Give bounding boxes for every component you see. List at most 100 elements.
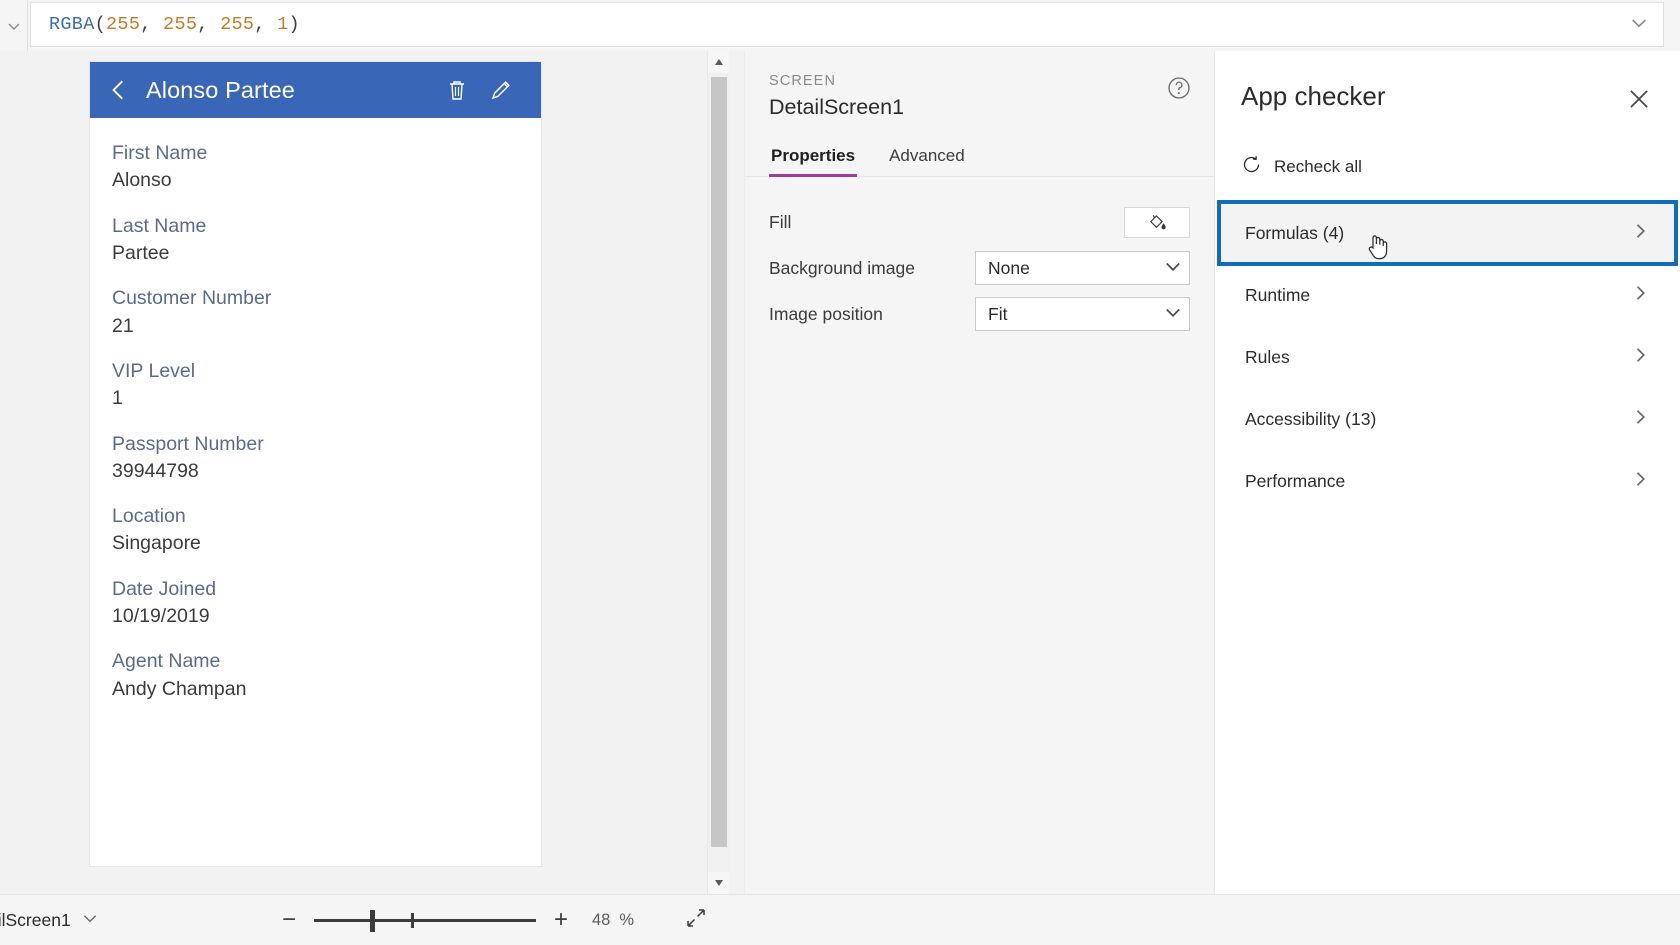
help-button[interactable] bbox=[1166, 75, 1192, 101]
image-position-dropdown[interactable]: Fit bbox=[975, 297, 1190, 331]
app-checker-list: Formulas (4) Runtime Rules Accessibility… bbox=[1215, 200, 1680, 512]
field-label: VIP Level bbox=[112, 359, 196, 382]
chevron-right-icon bbox=[1630, 469, 1650, 494]
property-row-image-position: Image position Fit bbox=[769, 291, 1190, 337]
pencil-icon bbox=[491, 81, 510, 100]
zoom-slider-track bbox=[314, 919, 536, 922]
field-label: Passport Number bbox=[112, 432, 264, 455]
selected-control-name: DetailScreen1 bbox=[769, 95, 905, 119]
zoom-in-button[interactable]: + bbox=[544, 908, 578, 932]
formula-bar: RGBA(255, 255, 255, 1) bbox=[0, 0, 1680, 51]
canvas-area: Alonso Partee First Name Alonso Last Nam… bbox=[0, 51, 729, 894]
canvas-vertical-scrollbar[interactable] bbox=[707, 51, 729, 894]
app-checker-item-performance[interactable]: Performance bbox=[1219, 450, 1676, 512]
scroll-down-button[interactable] bbox=[708, 872, 729, 894]
chevron-down-icon bbox=[1163, 302, 1183, 327]
app-checker-item-formulas[interactable]: Formulas (4) bbox=[1217, 200, 1678, 266]
edit-button[interactable] bbox=[479, 78, 523, 102]
app-checker-item-accessibility[interactable]: Accessibility (13) bbox=[1219, 388, 1676, 450]
field-value: 10/19/2019 bbox=[112, 605, 210, 628]
background-image-value: None bbox=[988, 257, 1030, 278]
close-panel-button[interactable] bbox=[1624, 84, 1654, 114]
background-image-dropdown[interactable]: None bbox=[975, 251, 1190, 285]
back-button[interactable] bbox=[106, 77, 138, 103]
formula-expand-button[interactable] bbox=[1629, 12, 1649, 37]
formula-input[interactable]: RGBA(255, 255, 255, 1) bbox=[30, 2, 1664, 47]
delete-button[interactable] bbox=[435, 78, 479, 102]
field-label: Agent Name bbox=[112, 650, 221, 673]
zoom-out-button[interactable]: − bbox=[272, 908, 306, 932]
field-value: Andy Champan bbox=[112, 677, 247, 700]
field-label: Date Joined bbox=[112, 577, 217, 600]
properties-tabs: Properties Advanced bbox=[745, 142, 1214, 177]
form-field[interactable]: Location Singapore bbox=[112, 503, 519, 557]
scrollbar-thumb[interactable] bbox=[711, 77, 727, 847]
formula-property-selector[interactable] bbox=[0, 0, 28, 51]
field-label: First Name bbox=[112, 142, 208, 164]
field-value: Singapore bbox=[112, 532, 201, 555]
app-checker-header: App checker bbox=[1215, 51, 1680, 114]
chevron-right-icon bbox=[1630, 345, 1650, 370]
app-checker-item-label: Runtime bbox=[1245, 284, 1311, 305]
app-checker-item-label: Accessibility (13) bbox=[1245, 408, 1377, 429]
property-row-fill: Fill bbox=[769, 199, 1190, 245]
app-checker-item-label: Formulas (4) bbox=[1245, 222, 1345, 243]
zoom-slider[interactable] bbox=[314, 909, 536, 932]
recheck-all-button[interactable]: Recheck all bbox=[1215, 154, 1680, 180]
app-checker-item-runtime[interactable]: Runtime bbox=[1219, 264, 1676, 326]
formula-arg-2: 255 bbox=[220, 14, 255, 35]
chevron-down-icon bbox=[81, 909, 99, 932]
form-field[interactable]: Date Joined 10/19/2019 bbox=[112, 576, 519, 630]
field-label: Customer Number bbox=[112, 287, 272, 310]
zoom-level-value: 48 bbox=[592, 910, 611, 929]
form-field[interactable]: Agent Name Andy Champan bbox=[112, 648, 519, 702]
chevron-down-icon bbox=[1632, 18, 1646, 27]
properties-header: SCREEN DetailScreen1 bbox=[745, 51, 1214, 120]
status-bar: ailScreen1 − + 48 % bbox=[0, 894, 1680, 945]
refresh-icon bbox=[1241, 154, 1262, 180]
detail-screen-header: Alonso Partee bbox=[90, 62, 541, 118]
property-rows: Fill Background image None Image positio… bbox=[745, 177, 1214, 337]
tab-advanced[interactable]: Advanced bbox=[887, 142, 967, 176]
field-value: Alonso bbox=[112, 169, 172, 192]
scroll-up-button[interactable] bbox=[708, 51, 729, 73]
tab-properties[interactable]: Properties bbox=[769, 142, 858, 177]
formula-text: RGBA(255, 255, 255, 1) bbox=[49, 14, 300, 35]
form-field[interactable]: Customer Number 21 bbox=[112, 285, 519, 339]
app-checker-item-label: Performance bbox=[1245, 470, 1346, 491]
form-field[interactable]: First Name Alonso bbox=[112, 140, 519, 194]
screen-selector[interactable]: ailScreen1 bbox=[0, 909, 188, 932]
zoom-slider-thumb[interactable] bbox=[370, 910, 375, 932]
zoom-controls: − + 48 % bbox=[272, 906, 708, 935]
form-field[interactable]: Passport Number 39944798 bbox=[112, 431, 519, 485]
formula-sep-1: , bbox=[197, 14, 221, 35]
triangle-down-icon bbox=[715, 880, 723, 886]
form-field[interactable]: Last Name Partee bbox=[112, 213, 519, 267]
formula-close-paren: ) bbox=[288, 14, 300, 35]
trash-icon bbox=[450, 81, 464, 100]
form-field[interactable]: VIP Level 1 bbox=[112, 358, 519, 412]
app-preview-screen[interactable]: Alonso Partee First Name Alonso Last Nam… bbox=[90, 62, 541, 866]
app-checker-item-rules[interactable]: Rules bbox=[1219, 326, 1676, 388]
chevron-right-icon bbox=[1630, 283, 1650, 308]
formula-sep-2: , bbox=[254, 14, 278, 35]
workspace: Alonso Partee First Name Alonso Last Nam… bbox=[0, 51, 1680, 894]
formula-sep-0: , bbox=[140, 14, 164, 35]
field-value: 1 bbox=[112, 387, 123, 410]
fit-to-screen-button[interactable] bbox=[684, 906, 708, 935]
field-label: Last Name bbox=[112, 214, 207, 237]
app-checker-item-label: Rules bbox=[1245, 346, 1290, 367]
tab-advanced-label: Advanced bbox=[889, 146, 965, 165]
fill-color-button[interactable] bbox=[1124, 206, 1190, 238]
tab-properties-label: Properties bbox=[771, 146, 856, 165]
field-value: Partee bbox=[112, 241, 170, 264]
chevron-down-icon bbox=[1163, 256, 1183, 281]
fit-to-screen-icon bbox=[687, 908, 705, 927]
formula-arg-0: 255 bbox=[106, 14, 141, 35]
chevron-left-icon bbox=[112, 80, 123, 100]
background-image-label: Background image bbox=[769, 257, 915, 278]
zoom-slider-tick bbox=[411, 913, 414, 928]
property-row-background-image: Background image None bbox=[769, 245, 1190, 291]
question-circle-icon bbox=[1168, 77, 1190, 99]
formula-arg-3: 1 bbox=[277, 14, 289, 35]
